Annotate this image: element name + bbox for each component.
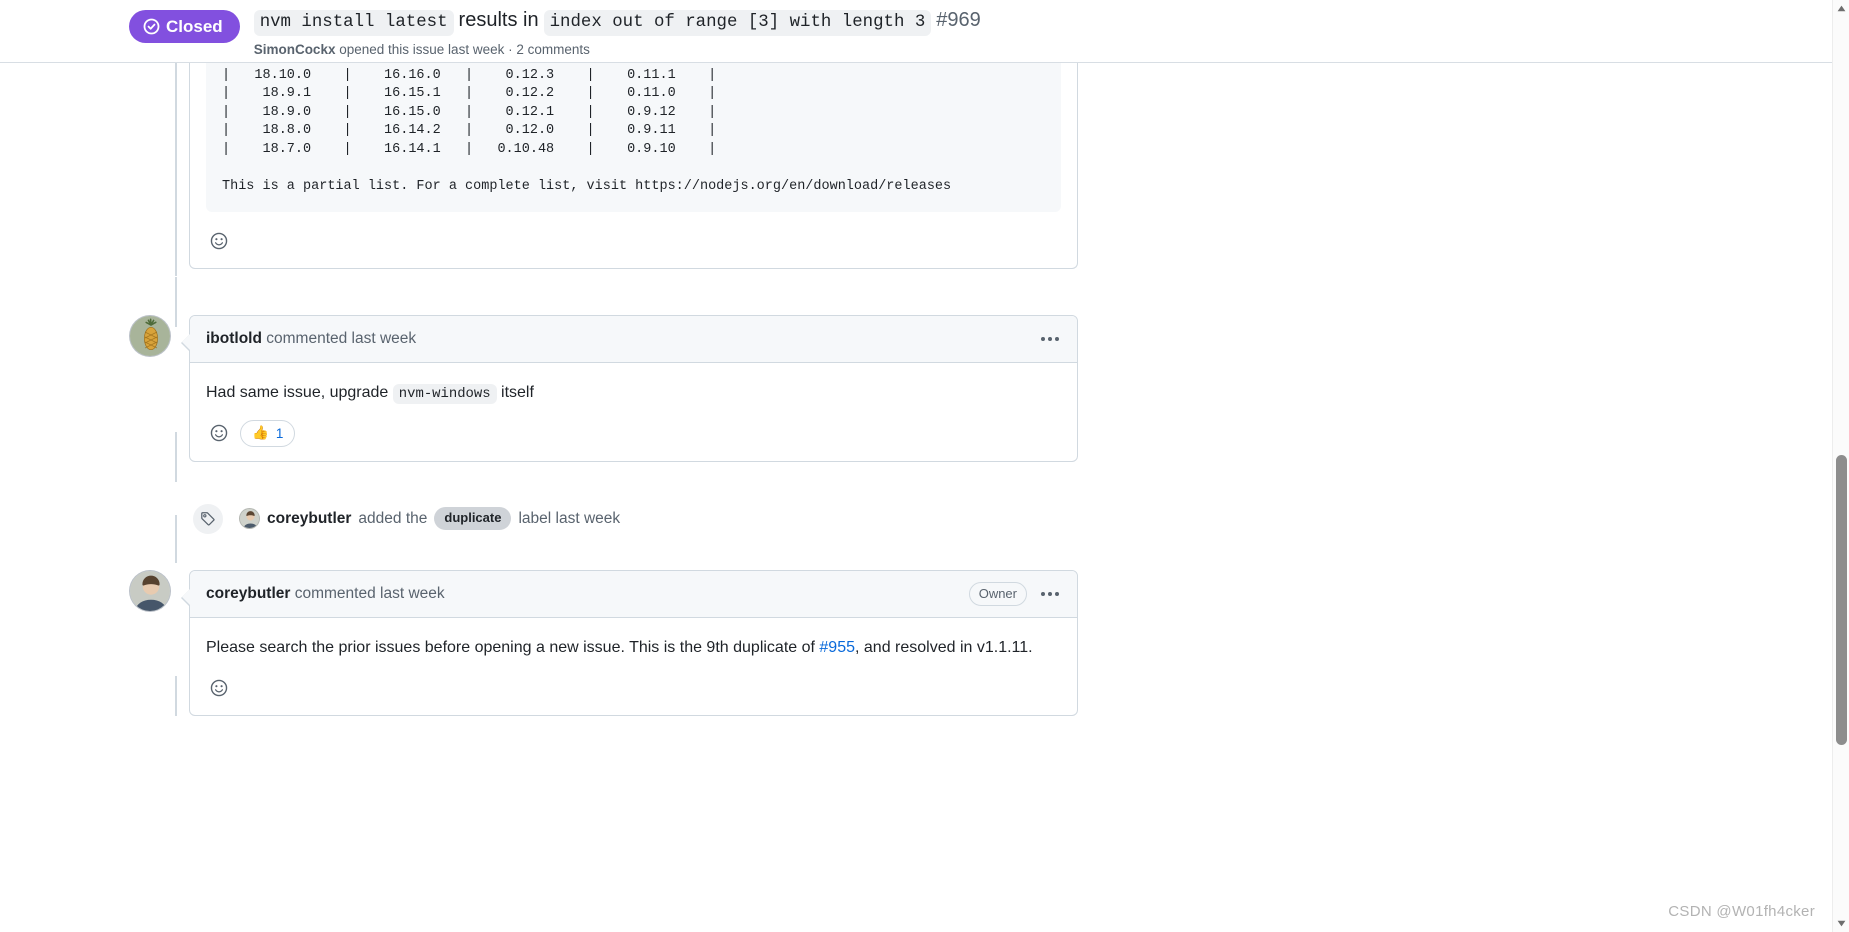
comment-text: Please search the prior issues before op… [206, 636, 1061, 661]
reaction-count: 1 [275, 425, 284, 441]
status-badge-label: Closed [166, 16, 223, 36]
avatar[interactable] [239, 508, 260, 530]
issue-meta-text: opened this issue last week · 2 comments [339, 41, 590, 57]
scroll-up-arrow-icon[interactable] [1833, 0, 1849, 17]
event-user-link[interactable]: coreybutler [267, 510, 351, 528]
avatar[interactable] [129, 315, 171, 357]
comment-card: coreybutler commented last week Owner Pl… [181, 569, 1078, 716]
comment-ibotlold: ibotlold commented last week Had same is… [129, 315, 1832, 462]
status-badge: Closed [129, 10, 240, 43]
reaction-bar [190, 675, 1077, 715]
reaction-bar [190, 228, 1077, 268]
timeline-event-label-added: coreybutler added the duplicate label la… [129, 496, 1832, 542]
inline-code-nvm-windows: nvm-windows [392, 384, 497, 404]
issue-meta: SimonCockx opened this issue last week ·… [254, 41, 981, 59]
avatar[interactable] [129, 569, 171, 612]
comment-text-after-link: , and resolved in v1.1.11. [855, 638, 1033, 656]
comment-card: | 19.0.1 | 16.18.0 | 0.12.6 | 0.11.4 | |… [189, 63, 1078, 269]
watermark: CSDN @W01fh4cker [1668, 903, 1815, 920]
comment-body: | 19.0.1 | 16.18.0 | 0.12.6 | 0.11.4 | |… [190, 63, 1077, 228]
comment-body: Please search the prior issues before op… [190, 618, 1077, 675]
issue-reference-link[interactable]: #955 [819, 639, 855, 656]
github-issue-page: Closed nvm install latest results in ind… [0, 0, 1849, 932]
comment-header: ibotlold commented last week [190, 316, 1077, 363]
label-chip-duplicate[interactable]: duplicate [434, 507, 512, 531]
comment-text-before-link: Please search the prior issues before op… [206, 638, 820, 656]
issue-header: Closed nvm install latest results in ind… [0, 0, 1832, 63]
comment-text: Had same issue, upgrade nvm-windows itse… [206, 381, 1061, 406]
issue-closed-icon [143, 18, 160, 35]
code-block-node-versions: | 19.0.1 | 16.18.0 | 0.12.6 | 0.11.4 | |… [206, 63, 1061, 212]
event-verb: added the [358, 509, 428, 527]
smiley-add-reaction-icon[interactable] [206, 675, 232, 701]
vertical-scrollbar[interactable] [1832, 0, 1849, 932]
event-tail: label last week [518, 509, 621, 527]
scroll-down-arrow-icon[interactable] [1833, 915, 1849, 932]
comment-author-link[interactable]: coreybutler [206, 585, 290, 603]
smiley-add-reaction-icon[interactable] [206, 228, 232, 254]
kebab-menu-icon[interactable] [1039, 333, 1061, 345]
comment-author-link[interactable]: ibotlold [206, 330, 262, 348]
reaction-thumbsup[interactable]: 👍 1 [240, 419, 296, 447]
tag-icon [193, 503, 223, 534]
issue-title-code-error: index out of range [3] with length 3 [543, 10, 932, 36]
comment-header: coreybutler commented last week Owner [190, 570, 1077, 618]
author-association-badge: Owner [968, 581, 1027, 607]
comment-timestamp: commented last week [294, 584, 445, 602]
comment-first: | 19.0.1 | 16.18.0 | 0.12.6 | 0.11.4 | |… [129, 63, 1832, 269]
page-title: nvm install latest results in index out … [253, 8, 981, 36]
thumbs-up-icon: 👍 [252, 425, 269, 441]
smiley-add-reaction-icon[interactable] [206, 420, 232, 446]
issue-title-code-command: nvm install latest [253, 10, 454, 36]
issue-author-link[interactable]: SimonCockx [254, 42, 336, 57]
issue-title-middle-text: results in [458, 9, 539, 31]
issue-timeline: | 19.0.1 | 16.18.0 | 0.12.6 | 0.11.4 | |… [0, 63, 1832, 932]
comment-timestamp: commented last week [266, 330, 417, 347]
kebab-menu-icon[interactable] [1039, 588, 1061, 600]
comment-text-suffix: itself [501, 384, 534, 401]
comment-body: Had same issue, upgrade nvm-windows itse… [190, 363, 1077, 420]
comment-coreybutler: coreybutler commented last week Owner Pl… [129, 569, 1832, 716]
reaction-bar: 👍 1 [190, 419, 1077, 461]
issue-number: #969 [936, 9, 981, 31]
comment-text-prefix: Had same issue, upgrade [206, 384, 389, 401]
comment-card: ibotlold commented last week Had same is… [181, 315, 1078, 462]
scrollbar-thumb[interactable] [1836, 455, 1847, 745]
